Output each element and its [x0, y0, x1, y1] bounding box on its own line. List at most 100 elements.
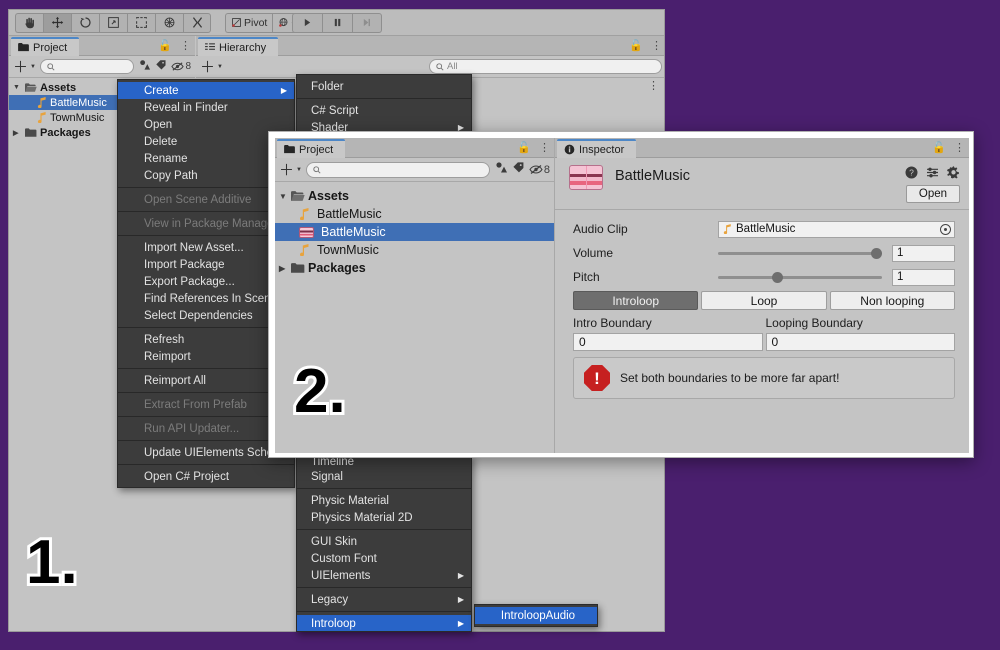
volume-slider-knob[interactable]	[871, 247, 882, 259]
volume-value-field[interactable]: 1	[892, 244, 955, 262]
menu-label: Extract From Prefab	[144, 398, 247, 411]
menu-item-open-csharp-project[interactable]: Open C# Project	[118, 468, 294, 485]
object-picker-icon[interactable]	[940, 223, 951, 235]
gear-icon[interactable]	[947, 166, 960, 182]
custom-tool-button[interactable]	[183, 12, 211, 33]
dialog-tree-item-packages[interactable]: ▶ Packages	[275, 259, 554, 277]
transform-tool-button[interactable]	[155, 12, 183, 33]
add-asset-button[interactable]: ＋ ▼	[13, 56, 36, 77]
collapse-triangle-icon[interactable]: ▶	[13, 129, 22, 137]
preset-icon[interactable]	[926, 166, 939, 182]
introloop-submenu: IntroloopAudio	[474, 604, 598, 627]
filter-by-label-icon[interactable]	[155, 58, 167, 76]
pivot-toggle[interactable]: Pivot	[225, 12, 273, 33]
pitch-slider-track	[718, 275, 882, 279]
submenu-item-folder[interactable]: Folder	[297, 78, 471, 95]
tab-project[interactable]: Project	[11, 37, 80, 56]
audio-clip-value: BattleMusic	[736, 223, 796, 235]
floating-dialog-content: Project 🔓 ⋮ ＋ ▼ 8 ▼ Assets BattleMusic B…	[275, 138, 969, 453]
submenu-item-uielements[interactable]: UIElements ▶	[297, 567, 471, 584]
tree-label: BattleMusic	[50, 96, 107, 109]
menu-item-create[interactable]: Create ▶	[118, 82, 294, 99]
open-button[interactable]: Open	[906, 185, 960, 203]
boundary-labels-row: Intro Boundary Looping Boundary	[573, 316, 955, 330]
dialog-tree-item-battlemusic-introloop[interactable]: BattleMusic	[275, 223, 554, 241]
pitch-value-field[interactable]: 1	[892, 268, 955, 286]
menu-label: Folder	[311, 80, 344, 93]
dialog-tab-project[interactable]: Project	[277, 139, 346, 158]
submenu-item-gui-skin[interactable]: GUI Skin	[297, 533, 471, 550]
rect-tool-button[interactable]	[127, 12, 155, 33]
folder-icon	[291, 262, 305, 273]
pitch-slider[interactable]	[718, 269, 892, 286]
menu-separator	[118, 464, 294, 465]
panel-menu-icon[interactable]: ⋮	[651, 39, 662, 52]
tab-inspector-label: Inspector	[579, 143, 625, 156]
create-submenu-top: Folder C# Script Shader ▶	[296, 74, 472, 132]
hidden-count-label: 8	[185, 61, 191, 72]
project-search-input[interactable]	[39, 59, 135, 74]
hand-tool-button[interactable]	[15, 12, 43, 33]
filter-by-type-icon[interactable]	[494, 160, 508, 179]
submenu-item-legacy[interactable]: Legacy ▶	[297, 591, 471, 608]
panel-menu-icon[interactable]: ⋮	[539, 141, 550, 154]
filter-by-label-icon[interactable]	[512, 161, 525, 179]
panel-menu-icon[interactable]: ⋮	[180, 39, 191, 52]
panel-menu-icon[interactable]: ⋮	[954, 141, 965, 154]
dialog-project-tab-actions: 🔓 ⋮	[517, 141, 550, 154]
pitch-slider-knob[interactable]	[771, 271, 783, 283]
lock-icon[interactable]: 🔓	[158, 39, 172, 52]
volume-slider[interactable]	[718, 245, 892, 262]
menu-item-reveal-in-finder[interactable]: Reveal in Finder	[118, 99, 294, 116]
dialog-tree-item-assets[interactable]: ▼ Assets	[275, 187, 554, 205]
menu-label: UIElements	[311, 569, 371, 582]
dialog-tree-item-townmusic[interactable]: TownMusic	[275, 241, 554, 259]
submenu-item-signal[interactable]: Signal	[297, 468, 471, 485]
hierarchy-search-input[interactable]: All	[429, 59, 662, 74]
audio-clip-label: Audio Clip	[573, 222, 628, 236]
menu-separator	[297, 488, 471, 489]
loop-mode-non-looping[interactable]: Non looping	[829, 291, 955, 310]
step-1-text: 1.	[23, 528, 81, 597]
lock-icon[interactable]: 🔓	[932, 141, 946, 154]
scale-tool-button[interactable]	[99, 12, 127, 33]
submenu-item-custom-font[interactable]: Custom Font	[297, 550, 471, 567]
step-button[interactable]	[351, 12, 382, 33]
lock-icon[interactable]: 🔓	[629, 39, 643, 52]
collapse-triangle-icon[interactable]: ▶	[279, 264, 288, 273]
scene-context-menu-icon[interactable]: ⋮	[648, 79, 659, 92]
dialog-add-asset-button[interactable]: ＋ ▼	[279, 159, 302, 180]
tab-hierarchy[interactable]: Hierarchy	[198, 37, 279, 56]
submenu-item-csharp-script[interactable]: C# Script	[297, 102, 471, 119]
screenshot-root: Pivot Global Project	[0, 0, 1000, 650]
add-gameobject-button[interactable]: ＋ ▼	[200, 56, 223, 77]
help-icon[interactable]: ?	[905, 166, 918, 182]
main-toolbar: Pivot Global	[9, 10, 664, 36]
volume-row: Volume 1	[573, 243, 955, 263]
tree-label: Packages	[40, 126, 91, 139]
looping-boundary-input[interactable]: 0	[765, 333, 955, 351]
submenu-item-introloop[interactable]: Introloop ▶	[297, 615, 471, 631]
menu-separator	[297, 587, 471, 588]
menu-label: Create	[144, 84, 179, 97]
intro-boundary-input[interactable]: 0	[573, 333, 763, 351]
loop-mode-introloop[interactable]: Introloop	[573, 291, 699, 310]
pause-button[interactable]	[321, 12, 352, 33]
submenu-item-introloopaudio[interactable]: IntroloopAudio	[475, 607, 597, 624]
hidden-assets-counter[interactable]: 8	[171, 61, 191, 72]
expand-triangle-icon[interactable]: ▼	[13, 84, 22, 91]
dialog-tree-item-battlemusic-clip[interactable]: BattleMusic	[275, 205, 554, 223]
tab-inspector[interactable]: Inspector	[557, 139, 637, 158]
submenu-item-physics-material-2d[interactable]: Physics Material 2D	[297, 509, 471, 526]
play-button[interactable]	[291, 12, 322, 33]
expand-triangle-icon[interactable]: ▼	[279, 192, 288, 201]
dialog-hidden-assets-counter[interactable]: 8	[529, 164, 550, 176]
lock-icon[interactable]: 🔓	[517, 141, 531, 154]
submenu-item-physic-material[interactable]: Physic Material	[297, 492, 471, 509]
loop-mode-loop[interactable]: Loop	[701, 291, 827, 310]
dialog-project-search-input[interactable]	[305, 161, 490, 178]
filter-by-type-icon[interactable]	[138, 58, 151, 76]
move-tool-button[interactable]	[43, 12, 71, 33]
rotate-tool-button[interactable]	[71, 12, 99, 33]
audio-clip-field[interactable]: BattleMusic	[718, 220, 955, 238]
